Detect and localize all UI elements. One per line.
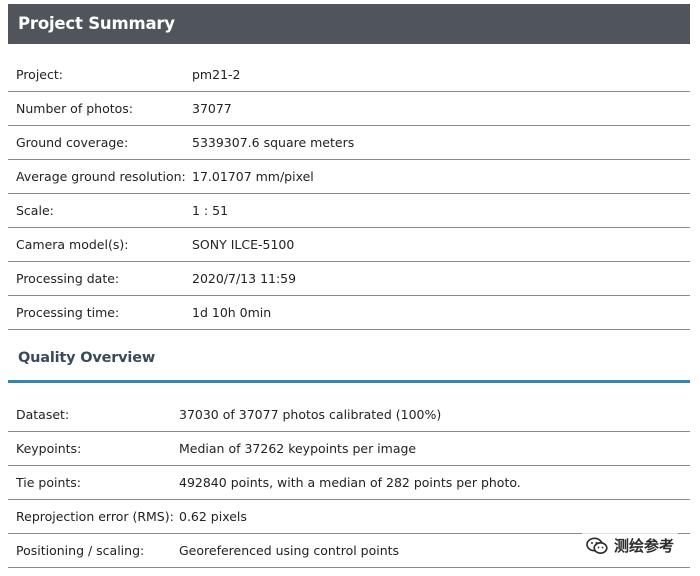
quality-row-keypoints: Keypoints: Median of 37262 keypoints per…	[8, 432, 690, 466]
row-label: Reprojection error (RMS):	[16, 509, 174, 524]
project-summary-header: Project Summary	[8, 4, 690, 44]
row-label: Processing time:	[16, 305, 120, 320]
report-page: Project Summary Project: pm21-2 Number o…	[0, 0, 700, 576]
project-summary-title: Project Summary	[18, 14, 175, 33]
quality-overview-divider	[8, 380, 690, 383]
row-value: 0.62 pixels	[179, 509, 247, 524]
project-summary-table: Project: pm21-2 Number of photos: 37077 …	[8, 58, 690, 330]
row-value: 2020/7/13 11:59	[192, 271, 297, 286]
quality-overview-title: Quality Overview	[18, 350, 156, 366]
summary-row-project: Project: pm21-2	[8, 58, 690, 92]
row-label: Positioning / scaling:	[16, 543, 145, 558]
row-value: 1 : 51	[192, 203, 229, 218]
summary-row-scale: Scale: 1 : 51	[8, 194, 690, 228]
row-label: Keypoints:	[16, 441, 82, 456]
summary-row-ground-resolution: Average ground resolution: 17.01707 mm/p…	[8, 160, 690, 194]
row-value: SONY ILCE-5100	[192, 237, 295, 252]
row-value: Georeferenced using control points	[179, 543, 400, 558]
summary-row-processing-time: Processing time: 1d 10h 0min	[8, 296, 690, 330]
row-label: Ground coverage:	[16, 135, 129, 150]
row-label: Tie points:	[16, 475, 81, 490]
summary-row-ground-coverage: Ground coverage: 5339307.6 square meters	[8, 126, 690, 160]
row-value: 37030 of 37077 photos calibrated (100%)	[179, 407, 442, 422]
row-label: Processing date:	[16, 271, 120, 286]
row-label: Project:	[16, 67, 63, 82]
quality-row-reprojection-error: Reprojection error (RMS): 0.62 pixels	[8, 500, 690, 534]
row-value: 492840 points, with a median of 282 poin…	[179, 475, 521, 490]
wechat-icon	[586, 537, 608, 555]
summary-row-camera-model: Camera model(s): SONY ILCE-5100	[8, 228, 690, 262]
row-value: 1d 10h 0min	[192, 305, 272, 320]
row-label: Dataset:	[16, 407, 70, 422]
summary-row-processing-date: Processing date: 2020/7/13 11:59	[8, 262, 690, 296]
row-value: 5339307.6 square meters	[192, 135, 355, 150]
row-label: Average ground resolution:	[16, 169, 186, 184]
row-label: Scale:	[16, 203, 54, 218]
watermark-text: 测绘参考	[613, 537, 674, 555]
quality-row-tie-points: Tie points: 492840 points, with a median…	[8, 466, 690, 500]
row-value: 37077	[192, 101, 232, 116]
row-value: 17.01707 mm/pixel	[192, 169, 314, 184]
watermark: 测绘参考	[581, 533, 678, 558]
summary-row-number-of-photos: Number of photos: 37077	[8, 92, 690, 126]
row-value: Median of 37262 keypoints per image	[179, 441, 417, 456]
row-label: Number of photos:	[16, 101, 133, 116]
row-label: Camera model(s):	[16, 237, 129, 252]
quality-row-dataset: Dataset: 37030 of 37077 photos calibrate…	[8, 398, 690, 432]
row-value: pm21-2	[192, 67, 241, 82]
